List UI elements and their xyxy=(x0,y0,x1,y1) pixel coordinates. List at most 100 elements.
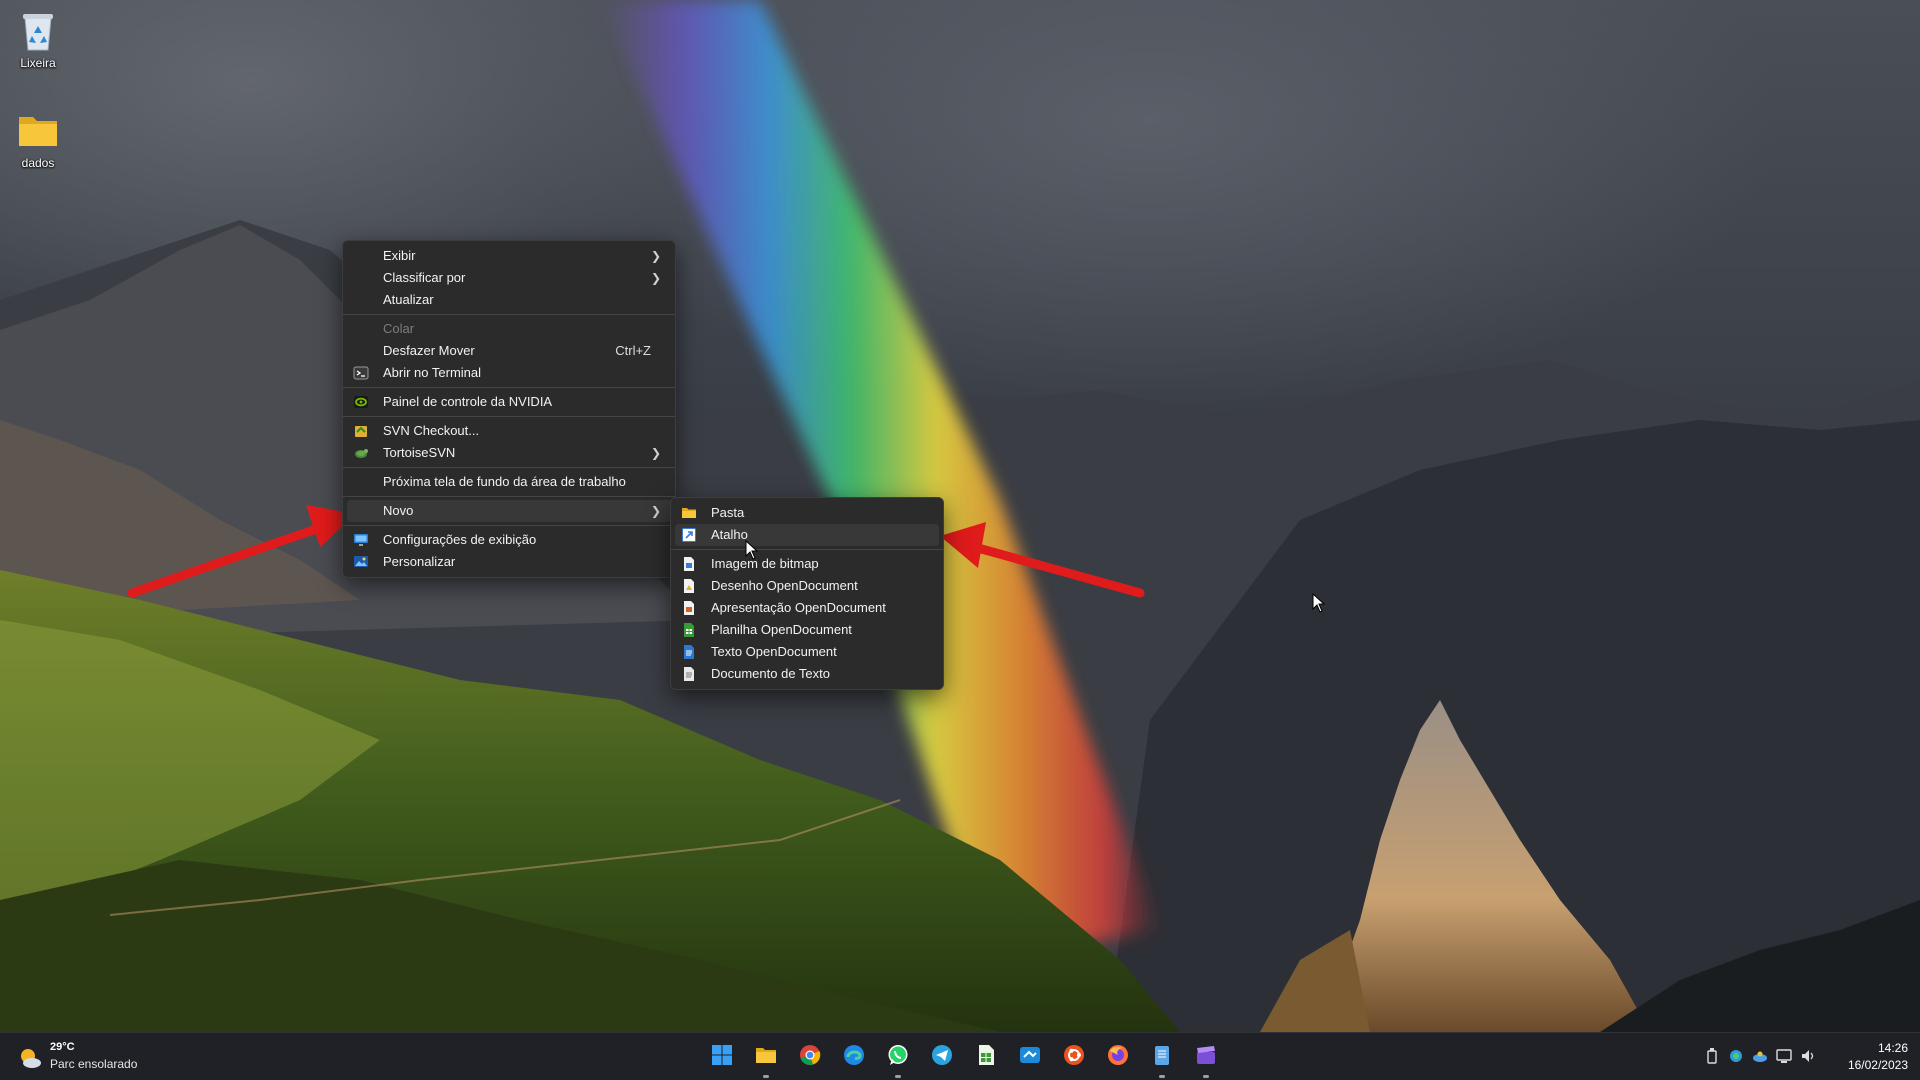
menu-item-label: Abrir no Terminal xyxy=(383,365,482,380)
menu-item-label: Painel de controle da NVIDIA xyxy=(383,394,553,409)
submenu-item-texto-od[interactable]: Texto OpenDocument xyxy=(675,641,939,663)
shortcut-icon xyxy=(681,527,697,543)
taskbar-edge[interactable] xyxy=(832,1033,876,1080)
desktop-icon-recycle-bin[interactable]: Lixeira xyxy=(0,8,76,70)
running-indicator xyxy=(1203,1075,1209,1078)
menu-item-exibir[interactable]: Exibir ❯ xyxy=(347,245,671,267)
usb-icon[interactable] xyxy=(1704,1045,1720,1067)
taskbar-clapper[interactable] xyxy=(1184,1033,1228,1080)
sheets-icon xyxy=(974,1043,998,1067)
file-explorer-icon xyxy=(754,1043,778,1067)
chevron-right-icon: ❯ xyxy=(650,504,661,518)
menu-item-atualizar[interactable]: Atualizar xyxy=(347,289,671,311)
telegram-icon xyxy=(930,1043,954,1067)
menu-separator xyxy=(343,387,675,388)
chevron-right-icon: ❯ xyxy=(650,249,661,263)
menu-item-personalizar[interactable]: Personalizar xyxy=(347,551,671,573)
taskbar-chrome[interactable] xyxy=(788,1033,832,1080)
edge-icon xyxy=(842,1043,866,1067)
menu-item-label: Colar xyxy=(383,321,415,336)
menu-item-label: Exibir xyxy=(383,248,416,263)
submenu-item-desenho[interactable]: Desenho OpenDocument xyxy=(675,575,939,597)
submenu-item-bitmap[interactable]: Imagem de bitmap xyxy=(675,553,939,575)
text-document-icon xyxy=(681,644,697,660)
app-icon xyxy=(1018,1043,1042,1067)
taskbar-telegram[interactable] xyxy=(920,1033,964,1080)
taskbar-app[interactable] xyxy=(1008,1033,1052,1080)
text-file-icon xyxy=(681,666,697,682)
submenu-item-planilha[interactable]: Planilha OpenDocument xyxy=(675,619,939,641)
menu-item-terminal[interactable]: Abrir no Terminal xyxy=(347,362,671,384)
menu-item-label: SVN Checkout... xyxy=(383,423,480,438)
mouse-cursor-icon xyxy=(745,539,759,565)
cloud-sync-icon[interactable] xyxy=(1752,1045,1768,1067)
running-indicator xyxy=(763,1075,769,1078)
draw-file-icon xyxy=(681,578,697,594)
shortcut-label: Ctrl+Z xyxy=(615,343,651,358)
menu-item-label: Configurações de exibição xyxy=(383,532,537,547)
taskbar-clock[interactable]: 14:26 16/02/2023 xyxy=(1848,1040,1908,1074)
menu-item-desfazer-mover[interactable]: Desfazer Mover Ctrl+Z xyxy=(347,340,671,362)
desktop-icon-dados[interactable]: dados xyxy=(0,108,76,170)
folder-icon xyxy=(16,108,60,152)
taskbar-firefox[interactable] xyxy=(1096,1033,1140,1080)
chevron-right-icon: ❯ xyxy=(650,446,661,460)
weather-temperature: 29°C xyxy=(50,1041,75,1053)
submenu-item-pasta[interactable]: Pasta xyxy=(675,502,939,524)
security-icon[interactable] xyxy=(1728,1045,1744,1067)
taskbar-start-button[interactable] xyxy=(700,1033,744,1080)
svn-checkout-icon xyxy=(353,423,369,439)
menu-item-label: Texto OpenDocument xyxy=(711,644,837,659)
bitmap-file-icon xyxy=(681,556,697,572)
volume-icon[interactable] xyxy=(1800,1045,1816,1067)
new-submenu: Pasta Atalho Imagem de bitmap Desenho Op… xyxy=(670,497,944,690)
clock-time: 14:26 xyxy=(1877,1041,1908,1055)
submenu-item-atalho[interactable]: Atalho xyxy=(675,524,939,546)
taskbar-sheets[interactable] xyxy=(964,1033,1008,1080)
taskbar-file-explorer[interactable] xyxy=(744,1033,788,1080)
menu-item-proxima-tela[interactable]: Próxima tela de fundo da área de trabalh… xyxy=(347,471,671,493)
running-indicator xyxy=(1159,1075,1165,1078)
menu-separator xyxy=(343,525,675,526)
menu-item-tortoisesvn[interactable]: TortoiseSVN ❯ xyxy=(347,442,671,464)
menu-item-svn-checkout[interactable]: SVN Checkout... xyxy=(347,420,671,442)
whatsapp-icon xyxy=(886,1043,910,1067)
clock-date: 16/02/2023 xyxy=(1847,1058,1908,1072)
folder-icon xyxy=(681,505,697,521)
taskbar-notepad[interactable] xyxy=(1140,1033,1184,1080)
network-icon[interactable] xyxy=(1776,1045,1792,1067)
menu-item-nvidia[interactable]: Painel de controle da NVIDIA xyxy=(347,391,671,413)
menu-item-classificar[interactable]: Classificar por ❯ xyxy=(347,267,671,289)
nvidia-icon xyxy=(353,394,369,410)
menu-separator xyxy=(671,549,943,550)
taskbar-whatsapp[interactable] xyxy=(876,1033,920,1080)
menu-item-label: Desenho OpenDocument xyxy=(711,578,858,593)
terminal-icon xyxy=(353,365,369,381)
menu-item-colar: Colar xyxy=(347,318,671,340)
menu-item-novo[interactable]: Novo ❯ xyxy=(347,500,671,522)
menu-item-config-exibicao[interactable]: Configurações de exibição xyxy=(347,529,671,551)
taskbar-ubuntu[interactable] xyxy=(1052,1033,1096,1080)
running-indicator xyxy=(895,1075,901,1078)
menu-item-label: Desfazer Mover xyxy=(383,343,475,358)
menu-item-label: Atualizar xyxy=(383,292,434,307)
partly-sunny-icon xyxy=(18,1046,42,1070)
menu-separator xyxy=(343,467,675,468)
firefox-icon xyxy=(1106,1043,1130,1067)
desktop-icon-label: dados xyxy=(21,156,55,170)
menu-item-label: TortoiseSVN xyxy=(383,445,456,460)
menu-separator xyxy=(343,416,675,417)
menu-item-label: Personalizar xyxy=(383,554,456,569)
clapper-icon xyxy=(1194,1043,1218,1067)
menu-item-label: Pasta xyxy=(711,505,745,520)
menu-item-label: Apresentação OpenDocument xyxy=(711,600,886,615)
tortoise-icon xyxy=(353,445,369,461)
mouse-cursor-icon xyxy=(1312,592,1326,618)
submenu-item-documento-texto[interactable]: Documento de Texto xyxy=(675,663,939,685)
submenu-item-apresentacao[interactable]: Apresentação OpenDocument xyxy=(675,597,939,619)
weather-description: Parc ensolarado xyxy=(50,1057,138,1071)
display-settings-icon xyxy=(353,532,369,548)
chevron-right-icon: ❯ xyxy=(650,271,661,285)
menu-item-label: Atalho xyxy=(711,527,748,542)
desktop-context-menu: Exibir ❯ Classificar por ❯ Atualizar Col… xyxy=(342,240,676,578)
